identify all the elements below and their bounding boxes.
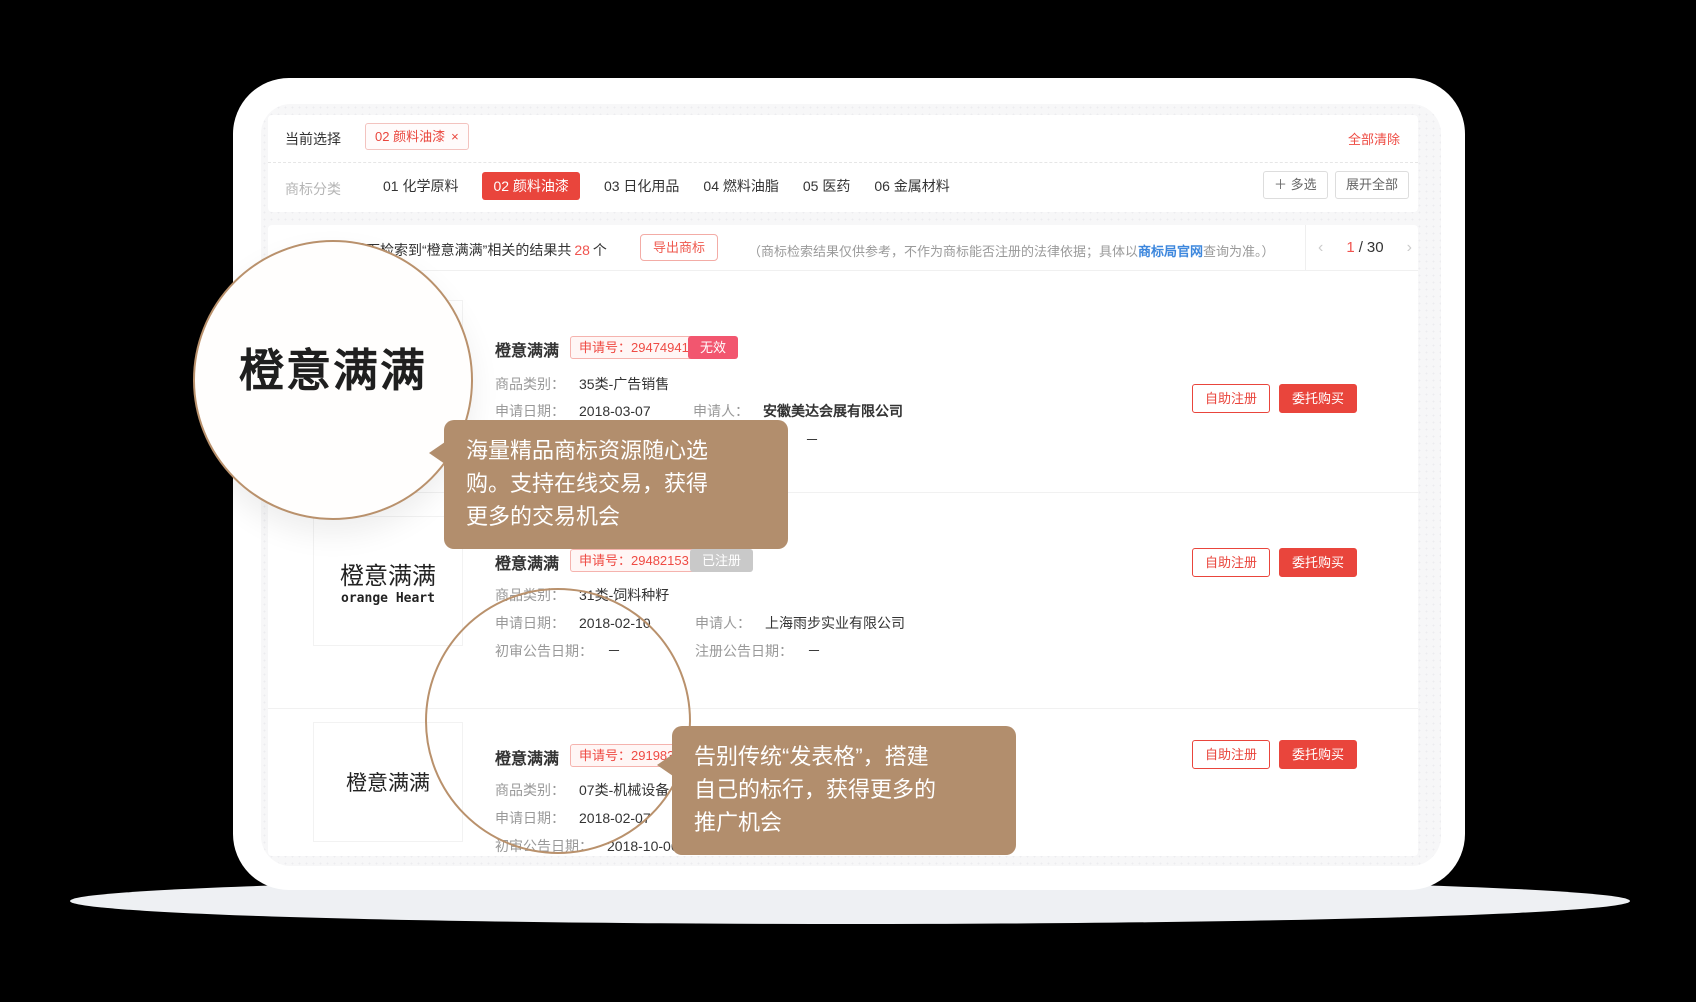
status-badge-registered: 已注册 xyxy=(690,549,753,572)
trademark-thumb-2: 橙意满满 orange Heart xyxy=(313,516,463,646)
multi-select-button[interactable]: ＋ 多选 xyxy=(1263,171,1328,199)
page-indicator: 1 /30 xyxy=(1346,239,1383,256)
total-pages: 30 xyxy=(1367,239,1384,256)
apply-date-value: 2018-03-07 xyxy=(579,403,651,419)
prev-page-icon[interactable]: ‹ xyxy=(1318,239,1323,257)
reg-publish-value: － xyxy=(805,432,819,448)
entrust-buy-button-3[interactable]: 委托购买 xyxy=(1279,740,1357,769)
results-header-divider xyxy=(268,270,1418,271)
current-selection-label: 当前选择 xyxy=(285,129,341,149)
results-disclaimer: （商标检索结果仅供参考，不作为商标能否注册的法律依据；具体以商标局官网查询为准。… xyxy=(748,241,1275,260)
trademark-name-2[interactable]: 橙意满满 xyxy=(495,550,559,574)
tooltip-marketplace: 海量精品商标资源随心选 购。支持在线交易，获得 更多的交易机会 xyxy=(444,420,788,549)
thumb-2-subtext: orange Heart xyxy=(341,591,435,606)
thumb-3-text: 橙意满满 xyxy=(346,767,430,797)
first-publish-value: 2018-10-06 xyxy=(607,838,679,854)
page-separator: / xyxy=(1359,239,1363,256)
entrust-buy-button-1[interactable]: 委托购买 xyxy=(1279,384,1357,413)
category-list: 01 化学原料 02 颜料油漆 03 日化用品 04 燃料油脂 05 医药 06… xyxy=(383,172,950,200)
next-page-icon[interactable]: › xyxy=(1407,239,1412,257)
export-trademarks-button[interactable]: 导出商标 xyxy=(640,234,718,261)
applicant-value: 安徽美达会展有限公司 xyxy=(763,403,903,419)
applicant-label: 申请人： xyxy=(693,403,749,419)
reg-publish-label: 注册公告日期： xyxy=(695,643,793,659)
category-item-05[interactable]: 05 医药 xyxy=(803,172,850,200)
app-no-value: 29474941 xyxy=(631,340,689,355)
app-no-label: 申请号： xyxy=(579,340,631,355)
category-item-02-selected[interactable]: 02 颜料油漆 xyxy=(482,172,579,200)
category-item-03[interactable]: 03 日化用品 xyxy=(604,172,679,200)
expand-all-button[interactable]: 展开全部 xyxy=(1335,171,1409,199)
status-badge-invalid: 无效 xyxy=(688,336,738,359)
category-item-06[interactable]: 06 金属材料 xyxy=(874,172,949,200)
app-no-label: 申请号： xyxy=(579,553,631,568)
selected-filter-chip-text: 02 颜料油漆 xyxy=(375,129,445,144)
category-row-label: 商标分类 xyxy=(285,179,341,199)
row1-date-line: 申请日期： 2018-03-07 xyxy=(495,401,651,421)
category-item-04[interactable]: 04 燃料油脂 xyxy=(703,172,778,200)
tooltip-line: 告别传统“发表格”，搭建 xyxy=(694,740,994,773)
apply-date-label: 申请日期： xyxy=(495,403,565,419)
chip-close-icon[interactable]: × xyxy=(451,129,459,144)
row2-applicant-line: 申请人： 上海雨步实业有限公司 xyxy=(695,613,905,633)
tooltip-arrow-left-icon xyxy=(429,442,445,464)
app-no-value: 29482153 xyxy=(631,553,689,568)
trademark-name-1[interactable]: 橙意满满 xyxy=(495,337,559,361)
tooltip-arrow-left-icon xyxy=(657,754,673,776)
disclaimer-prefix: （商标检索结果仅供参考，不作为商标能否注册的法律依据；具体以 xyxy=(748,244,1138,259)
results-summary-suffix: 个 xyxy=(593,242,607,258)
application-no-badge-2: 申请号：29482153 xyxy=(570,549,698,572)
tooltip-line: 海量精品商标资源随心选 xyxy=(466,434,766,467)
trademark-office-link[interactable]: 商标局官网 xyxy=(1138,244,1203,259)
thumb-2-text: 橙意满满 xyxy=(340,556,436,591)
tooltip-line: 推广机会 xyxy=(694,806,994,839)
tooltip-promotion: 告别传统“发表格”，搭建 自己的标行，获得更多的 推广机会 xyxy=(672,726,1016,855)
row1-category-line: 商品类别： 35类-广告销售 xyxy=(495,374,669,394)
row2-reg-publish-line: 注册公告日期： － xyxy=(695,641,821,661)
category-value: 35类-广告销售 xyxy=(579,376,669,392)
row-divider-1 xyxy=(268,492,1418,493)
category-item-01[interactable]: 01 化学原料 xyxy=(383,172,458,200)
magnifier-circle-2 xyxy=(425,588,691,854)
pagination-divider xyxy=(1305,225,1306,270)
category-label: 商品类别： xyxy=(495,376,565,392)
tooltip-line: 自己的标行，获得更多的 xyxy=(694,773,994,806)
current-page: 1 xyxy=(1346,239,1354,256)
tooltip-line: 更多的交易机会 xyxy=(466,500,766,533)
selected-filter-chip[interactable]: 02 颜料油漆 × xyxy=(365,123,469,150)
self-register-button-3[interactable]: 自助注册 xyxy=(1192,740,1270,769)
reg-publish-value: － xyxy=(807,643,821,659)
self-register-button-1[interactable]: 自助注册 xyxy=(1192,384,1270,413)
self-register-button-2[interactable]: 自助注册 xyxy=(1192,548,1270,577)
row1-applicant-line: 申请人： 安徽美达会展有限公司 xyxy=(693,401,903,421)
clear-all-button[interactable]: 全部清除 xyxy=(1348,129,1400,148)
entrust-buy-button-2[interactable]: 委托购买 xyxy=(1279,548,1357,577)
magnifier-circle-1: 橙意满满 xyxy=(193,240,473,520)
applicant-label: 申请人： xyxy=(695,615,751,631)
pagination: ‹ 1 /30 › xyxy=(1312,225,1418,270)
magnified-trademark-text: 橙意满满 xyxy=(239,334,427,399)
applicant-value: 上海雨步实业有限公司 xyxy=(765,615,905,631)
application-no-badge-1: 申请号：29474941 xyxy=(570,336,698,359)
filter-divider xyxy=(268,162,1418,163)
disclaimer-suffix: 查询为准。） xyxy=(1203,244,1275,259)
tooltip-line: 购。支持在线交易，获得 xyxy=(466,467,766,500)
results-count: 28 xyxy=(571,242,593,258)
